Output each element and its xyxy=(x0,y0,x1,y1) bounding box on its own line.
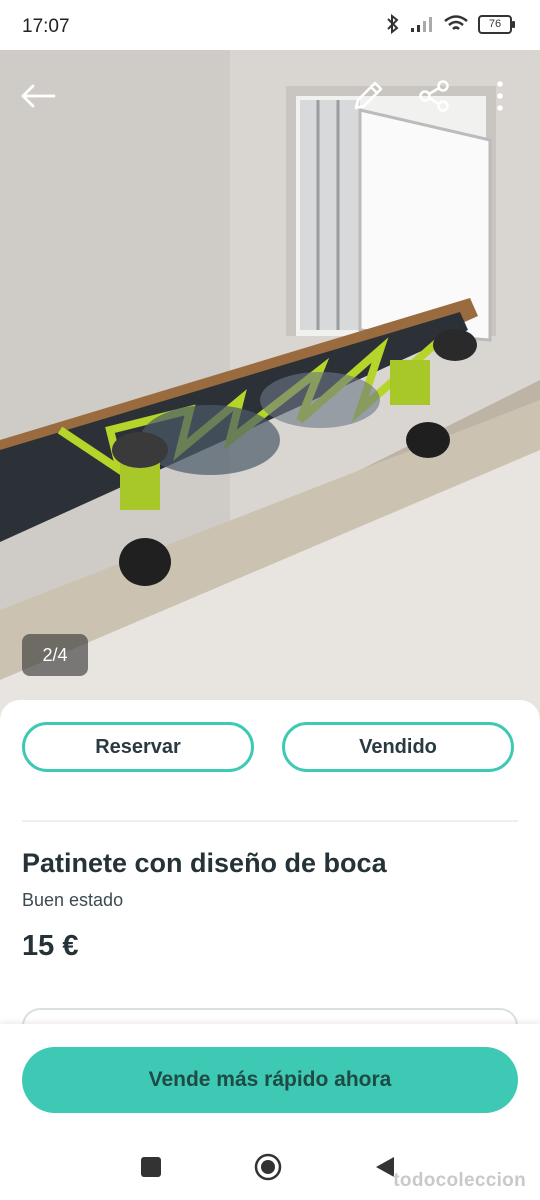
divider xyxy=(22,820,518,822)
circle-icon xyxy=(254,1153,282,1181)
sell-faster-button[interactable]: Vende más rápido ahora xyxy=(22,1047,518,1113)
product-photo[interactable]: 2/4 xyxy=(0,50,540,720)
sold-button[interactable]: Vendido xyxy=(282,722,514,772)
product-title: Patinete con diseño de boca xyxy=(22,848,387,878)
more-options-button[interactable] xyxy=(478,74,522,118)
arrow-left-icon xyxy=(21,84,56,108)
battery-icon: 76 xyxy=(478,14,515,34)
product-price: 15 € xyxy=(22,930,79,962)
home-button[interactable] xyxy=(253,1152,283,1182)
recents-button[interactable] xyxy=(136,1152,166,1182)
bluetooth-icon xyxy=(387,14,399,34)
bottom-action-bar: Vende más rápido ahora xyxy=(0,1024,540,1134)
skateboard-photo xyxy=(0,50,540,720)
pencil-icon xyxy=(354,81,383,110)
share-button[interactable] xyxy=(412,74,456,118)
product-condition: Buen estado xyxy=(22,890,124,910)
edit-button[interactable] xyxy=(346,74,390,118)
status-icons: 76 xyxy=(386,14,515,34)
back-button[interactable] xyxy=(16,74,60,118)
watermark: todocoleccion xyxy=(393,1170,526,1191)
status-time: 17:07 xyxy=(22,16,70,37)
status-bar: 17:07 76 xyxy=(0,0,540,50)
wifi-icon xyxy=(444,15,468,30)
more-vertical-icon xyxy=(497,81,503,111)
photo-counter: 2/4 xyxy=(22,634,88,676)
share-icon xyxy=(419,80,449,112)
square-icon xyxy=(141,1157,161,1177)
signal-icon xyxy=(411,17,432,32)
reserve-button[interactable]: Reservar xyxy=(22,722,254,772)
